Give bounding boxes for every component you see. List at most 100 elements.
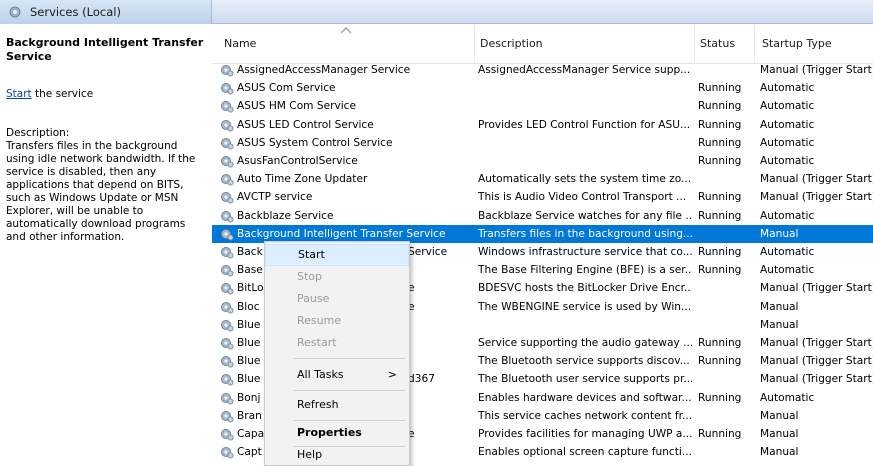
service-startup-type: Automatic (760, 155, 815, 167)
service-status: Running (698, 191, 742, 204)
service-name: Base (237, 264, 263, 277)
menu-item-all-tasks[interactable]: All Tasks > (265, 364, 409, 386)
context-menu: Start Stop Pause Resume Restart All Task… (264, 241, 410, 466)
table-row[interactable]: ASUS HM Com Service Running Automatic (212, 97, 873, 115)
service-status (698, 61, 756, 79)
service-name: BitLo (237, 282, 264, 295)
service-status (698, 225, 756, 243)
column-header-description[interactable]: Description (480, 37, 543, 50)
service-name: Blue (237, 355, 261, 368)
menu-item-help[interactable]: Help (265, 445, 409, 465)
menu-item-stop[interactable]: Stop (265, 266, 409, 288)
service-startup-type: Automatic (760, 136, 815, 149)
service-gear-icon (221, 192, 234, 204)
service-gear-icon (221, 410, 234, 423)
service-gear-icon (221, 228, 234, 241)
service-description (478, 152, 692, 170)
services-gear-icon (9, 6, 21, 18)
service-name: ASUS Com Service (237, 82, 336, 95)
service-status: Running (698, 391, 742, 404)
service-status (698, 279, 756, 297)
service-gear-icon (221, 301, 234, 314)
service-description (478, 316, 692, 334)
table-row[interactable]: Auto Time Zone Updater Automatically sets… (212, 170, 873, 188)
column-divider[interactable] (754, 24, 755, 64)
service-name: AsusFanControlService (237, 155, 358, 167)
service-startup-type: Automatic (760, 118, 815, 131)
table-row[interactable]: AVCTP service This is Audio Video Control… (212, 188, 873, 206)
service-startup-type: Automatic (760, 246, 815, 258)
service-startup-type: Manual (Trigger Start) (760, 191, 873, 204)
table-row[interactable]: ASUS System Control Service Running Automa… (212, 134, 873, 152)
service-status: Running (698, 118, 742, 131)
selected-service-title: Background Intelligent Transfer Service (6, 36, 204, 63)
table-row[interactable]: Backblaze Service Backblaze Service watch… (212, 207, 873, 225)
service-gear-icon (221, 319, 234, 332)
service-name-cell: AssignedAccessManager Service (220, 61, 474, 79)
service-name-cell: AVCTP service (220, 188, 474, 206)
start-service-link[interactable]: Start (6, 88, 32, 100)
menu-item-start[interactable]: Start (265, 244, 409, 266)
service-name: AssignedAccessManager Service (237, 64, 411, 76)
menu-item-restart[interactable]: Restart (265, 332, 409, 354)
menu-item-refresh[interactable]: Refresh (265, 394, 409, 416)
service-description (478, 97, 692, 115)
table-row[interactable]: AssignedAccessManager Service AssignedAcc… (212, 61, 873, 79)
service-description: This is Audio Video Control Transport ..… (478, 191, 687, 204)
service-gear-icon (221, 65, 234, 77)
service-description: BDESVC hosts the BitLocker Drive Encr... (478, 282, 692, 295)
service-name: Capt (237, 446, 262, 459)
service-name-tail: Service (408, 246, 448, 258)
service-name: ASUS LED Control Service (237, 118, 374, 131)
service-description: Provides facilities for managing UWP a..… (478, 428, 692, 440)
service-gear-icon (221, 374, 234, 386)
service-status: Running (698, 100, 742, 113)
services-local-tab[interactable]: Services (Local) (0, 0, 212, 24)
start-service-line: Start the service (6, 88, 206, 101)
service-status (698, 407, 756, 425)
table-row[interactable]: ASUS Com Service Running Automatic (212, 79, 873, 97)
column-header-status[interactable]: Status (700, 37, 735, 50)
service-name: Bloc (237, 300, 260, 313)
service-gear-icon (221, 265, 234, 277)
service-description: Windows infrastructure service that co..… (478, 246, 692, 258)
service-status: Running (698, 82, 742, 95)
column-header-name[interactable]: Name (224, 37, 256, 50)
menu-item-properties[interactable]: Properties (265, 422, 409, 444)
description-label: Description: (6, 127, 70, 139)
service-status: Running (698, 246, 742, 258)
service-gear-icon (221, 156, 234, 168)
service-description: Backblaze Service watches for any file .… (478, 209, 692, 222)
service-description: AssignedAccessManager Service supp... (478, 64, 691, 76)
menu-item-pause[interactable]: Pause (265, 288, 409, 310)
column-divider[interactable] (694, 24, 695, 64)
service-gear-icon (221, 429, 234, 441)
details-pane: Background Intelligent Transfer Service … (0, 24, 212, 466)
service-name-cell: ASUS Com Service (220, 79, 474, 97)
service-name-cell: AsusFanControlService (220, 152, 474, 170)
service-name: Backblaze Service (237, 209, 334, 222)
service-gear-icon (221, 119, 234, 132)
service-name-cell: ASUS System Control Service (220, 134, 474, 152)
service-name: Blue (237, 373, 261, 386)
service-name-tail: d367 (408, 373, 435, 386)
service-status: Running (698, 337, 742, 349)
service-description: Automatically sets the system time zo... (478, 173, 692, 186)
table-row[interactable]: AsusFanControlService Running Automatic (212, 152, 873, 170)
table-row[interactable]: ASUS LED Control Service Provides LED Con… (212, 116, 873, 134)
service-status: Running (698, 428, 742, 440)
service-startup-type: Manual (760, 227, 799, 240)
service-gear-icon (221, 338, 234, 350)
service-name: AVCTP service (237, 191, 313, 204)
service-description: This service caches network content fr..… (478, 409, 692, 422)
column-header-startup-type[interactable]: Startup Type (762, 37, 832, 50)
submenu-arrow-icon: > (387, 368, 397, 381)
service-startup-type: Manual (760, 318, 799, 331)
service-startup-type: Manual (760, 446, 799, 459)
service-name: Capa (237, 428, 265, 440)
service-status: Running (698, 355, 742, 368)
service-gear-icon (221, 356, 234, 368)
menu-item-resume[interactable]: Resume (265, 310, 409, 332)
service-startup-type: Manual (Trigger Start) (760, 64, 873, 76)
column-divider[interactable] (474, 24, 475, 64)
